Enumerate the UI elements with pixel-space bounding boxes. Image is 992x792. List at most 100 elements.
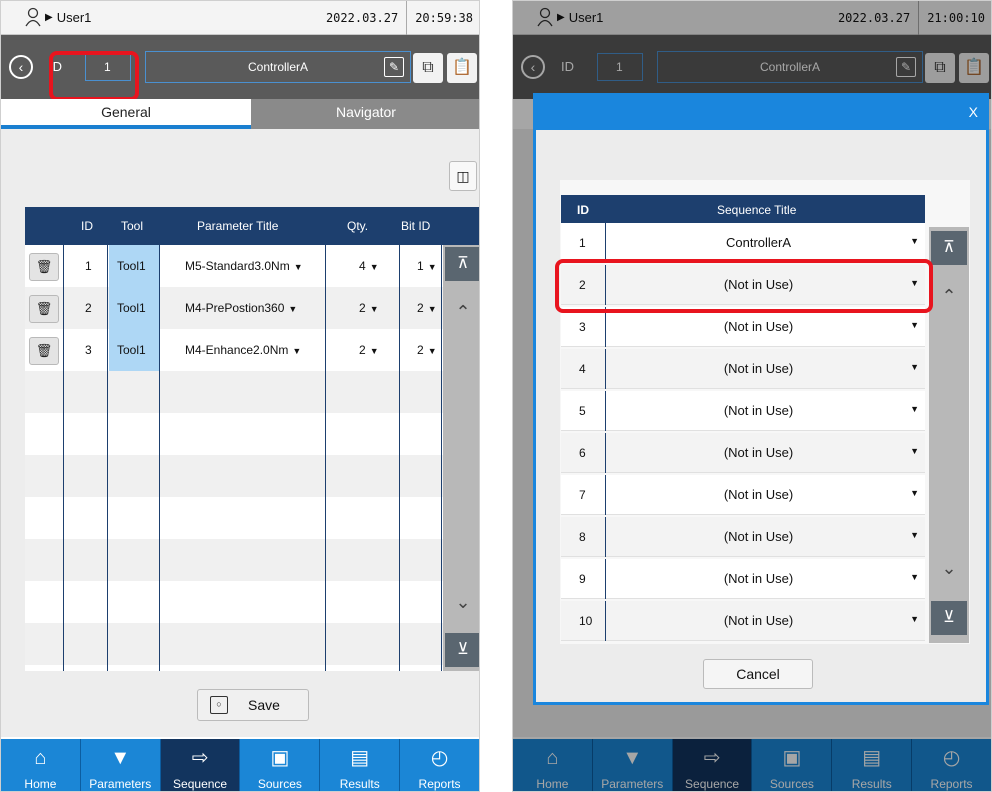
scroll-down-button[interactable]: ⌄ bbox=[931, 553, 967, 583]
col-parameter-title: Parameter Title bbox=[197, 219, 279, 233]
parameter-title-select[interactable]: M4-PrePostion360 ▼ bbox=[185, 301, 297, 315]
list-item[interactable]: 5 (Not in Use) ▼ bbox=[561, 391, 925, 431]
caret-down-icon: ▼ bbox=[910, 404, 919, 414]
empty-row bbox=[25, 539, 445, 581]
list-item[interactable]: 4 (Not in Use) ▼ bbox=[561, 349, 925, 389]
tool-cell[interactable]: Tool1 bbox=[109, 245, 159, 287]
close-button[interactable]: X bbox=[969, 104, 978, 120]
sequence-title-field[interactable]: ControllerA ✎ bbox=[145, 51, 411, 83]
bit-id-select[interactable]: 2 ▼ bbox=[417, 301, 437, 315]
bit-id-select[interactable]: 2 ▼ bbox=[417, 343, 437, 357]
screw-icon: ▼ bbox=[110, 747, 131, 769]
parameter-title-select[interactable]: M4-Enhance2.0Nm ▼ bbox=[185, 343, 301, 357]
scroll-top-button[interactable]: ⊼ bbox=[445, 247, 479, 281]
nav-sequence[interactable]: ⇨ Sequence bbox=[160, 739, 241, 791]
parameter-title-select[interactable]: M5-Standard3.0Nm ▼ bbox=[185, 259, 303, 273]
qty-value: 4 bbox=[359, 259, 366, 273]
scrollbar[interactable]: ⊼ ⌃ ⌄ ⊻ bbox=[929, 227, 969, 643]
sequence-icon: ⇨ bbox=[191, 747, 209, 769]
caret-down-icon: ▼ bbox=[369, 346, 379, 356]
status-date: 2022.03.27 bbox=[325, 11, 399, 25]
bit-id-value: 1 bbox=[417, 259, 424, 273]
table-row[interactable]: 🗑 1 Tool1 M5-Standard3.0Nm ▼ 4 ▼ 1 ▼ bbox=[25, 245, 445, 287]
copy-button[interactable]: ⧉ bbox=[413, 53, 443, 83]
scroll-up-button[interactable]: ⌃ bbox=[931, 281, 967, 311]
trash-icon: 🗑 bbox=[35, 301, 53, 316]
caret-down-icon: ▼ bbox=[910, 362, 919, 372]
play-arrow-icon: ▶ bbox=[45, 11, 53, 23]
sequence-select-screen: ▶ User1 2022.03.27 21:00:10 ‹ ID 1 Contr… bbox=[512, 0, 992, 792]
scroll-bottom-button[interactable]: ⊻ bbox=[445, 633, 479, 667]
user-indicator[interactable]: ▶ User1 bbox=[25, 7, 91, 27]
caret-down-icon: ▼ bbox=[910, 614, 919, 624]
nav-sources[interactable]: ▣ Sources bbox=[240, 739, 321, 791]
results-icon: ▤ bbox=[350, 747, 370, 769]
user-name: User1 bbox=[56, 9, 92, 25]
delete-button[interactable]: 🗑 bbox=[29, 295, 59, 323]
row-id: 1 bbox=[85, 259, 92, 273]
empty-row bbox=[25, 455, 445, 497]
tab-general[interactable]: General bbox=[1, 99, 251, 129]
empty-row bbox=[25, 623, 445, 665]
caret-down-icon: ▼ bbox=[293, 262, 303, 272]
list-item[interactable]: 3 (Not in Use) ▼ bbox=[561, 307, 925, 347]
empty-row bbox=[25, 371, 445, 413]
id-highlight bbox=[49, 51, 139, 101]
save-button[interactable]: ○ Save bbox=[197, 689, 309, 721]
paste-button[interactable]: 📋 bbox=[447, 53, 477, 83]
cancel-button[interactable]: Cancel bbox=[703, 659, 813, 689]
list-item[interactable]: 6 (Not in Use) ▼ bbox=[561, 433, 925, 473]
delete-button[interactable]: 🗑 bbox=[29, 253, 59, 281]
nav-parameters[interactable]: ▼ Parameters bbox=[81, 739, 161, 791]
qty-value: 2 bbox=[359, 343, 366, 357]
tab-bar: General Navigator bbox=[1, 99, 479, 129]
sources-icon: ▣ bbox=[270, 747, 290, 769]
list-item[interactable]: 7 (Not in Use) ▼ bbox=[561, 475, 925, 515]
general-screen: ▶ User1 2022.03.27 20:59:38 ‹ ID 1 Contr… bbox=[0, 0, 480, 792]
chevron-left-icon: ‹ bbox=[18, 59, 24, 75]
list-item[interactable]: 10 (Not in Use) ▼ bbox=[561, 601, 925, 641]
caret-down-icon: ▼ bbox=[910, 320, 919, 330]
scrollbar[interactable]: ⊼ ⌃ ⌄ ⊻ bbox=[443, 245, 479, 671]
qty-select[interactable]: 4 ▼ bbox=[359, 259, 379, 273]
caret-down-icon: ▼ bbox=[292, 346, 302, 356]
list-item[interactable]: 1 ControllerA ▼ bbox=[561, 223, 925, 263]
save-icon: ○ bbox=[210, 696, 228, 714]
add-file-icon: ◫ bbox=[456, 168, 470, 184]
col-tool: Tool bbox=[121, 219, 144, 233]
nav-reports[interactable]: ◴ Reports bbox=[400, 739, 479, 791]
tab-navigator[interactable]: Navigator bbox=[251, 99, 479, 129]
scroll-bottom-button[interactable]: ⊻ bbox=[931, 601, 967, 635]
caret-down-icon: ▼ bbox=[910, 530, 919, 540]
caret-down-icon: ▼ bbox=[369, 304, 379, 314]
tool-cell[interactable]: Tool1 bbox=[109, 329, 159, 371]
nav-home[interactable]: ⌂ Home bbox=[1, 739, 81, 791]
qty-select[interactable]: 2 ▼ bbox=[359, 343, 379, 357]
table-row[interactable]: 🗑 3 Tool1 M4-Enhance2.0Nm ▼ 2 ▼ 2 ▼ bbox=[25, 329, 445, 371]
sequence-table-header: ID Sequence Title bbox=[561, 195, 925, 223]
caret-down-icon: ▼ bbox=[910, 572, 919, 582]
add-parameter-button[interactable]: ◫ bbox=[449, 161, 477, 191]
parameter-title: M4-Enhance2.0Nm bbox=[185, 343, 289, 357]
scroll-up-button[interactable]: ⌃ bbox=[445, 297, 479, 327]
status-time: 20:59:38 bbox=[406, 1, 479, 35]
nav-results[interactable]: ▤ Results bbox=[320, 739, 401, 791]
row-id: 2 bbox=[85, 301, 92, 315]
empty-row bbox=[25, 581, 445, 623]
dialog-title-bar: X bbox=[536, 96, 986, 130]
list-item[interactable]: 9 (Not in Use) ▼ bbox=[561, 559, 925, 599]
edit-icon[interactable]: ✎ bbox=[384, 57, 404, 77]
caret-down-icon: ▼ bbox=[288, 304, 298, 314]
back-button[interactable]: ‹ bbox=[9, 55, 33, 79]
list-item[interactable]: 8 (Not in Use) ▼ bbox=[561, 517, 925, 557]
bit-id-select[interactable]: 1 ▼ bbox=[417, 259, 437, 273]
scroll-down-button[interactable]: ⌄ bbox=[445, 587, 479, 617]
table-row[interactable]: 🗑 2 Tool1 M4-PrePostion360 ▼ 2 ▼ 2 ▼ bbox=[25, 287, 445, 329]
qty-select[interactable]: 2 ▼ bbox=[359, 301, 379, 315]
tool-cell[interactable]: Tool1 bbox=[109, 287, 159, 329]
caret-down-icon: ▼ bbox=[910, 446, 919, 456]
caret-down-icon: ▼ bbox=[369, 262, 379, 272]
scroll-top-button[interactable]: ⊼ bbox=[931, 231, 967, 265]
empty-row bbox=[25, 497, 445, 539]
delete-button[interactable]: 🗑 bbox=[29, 337, 59, 365]
